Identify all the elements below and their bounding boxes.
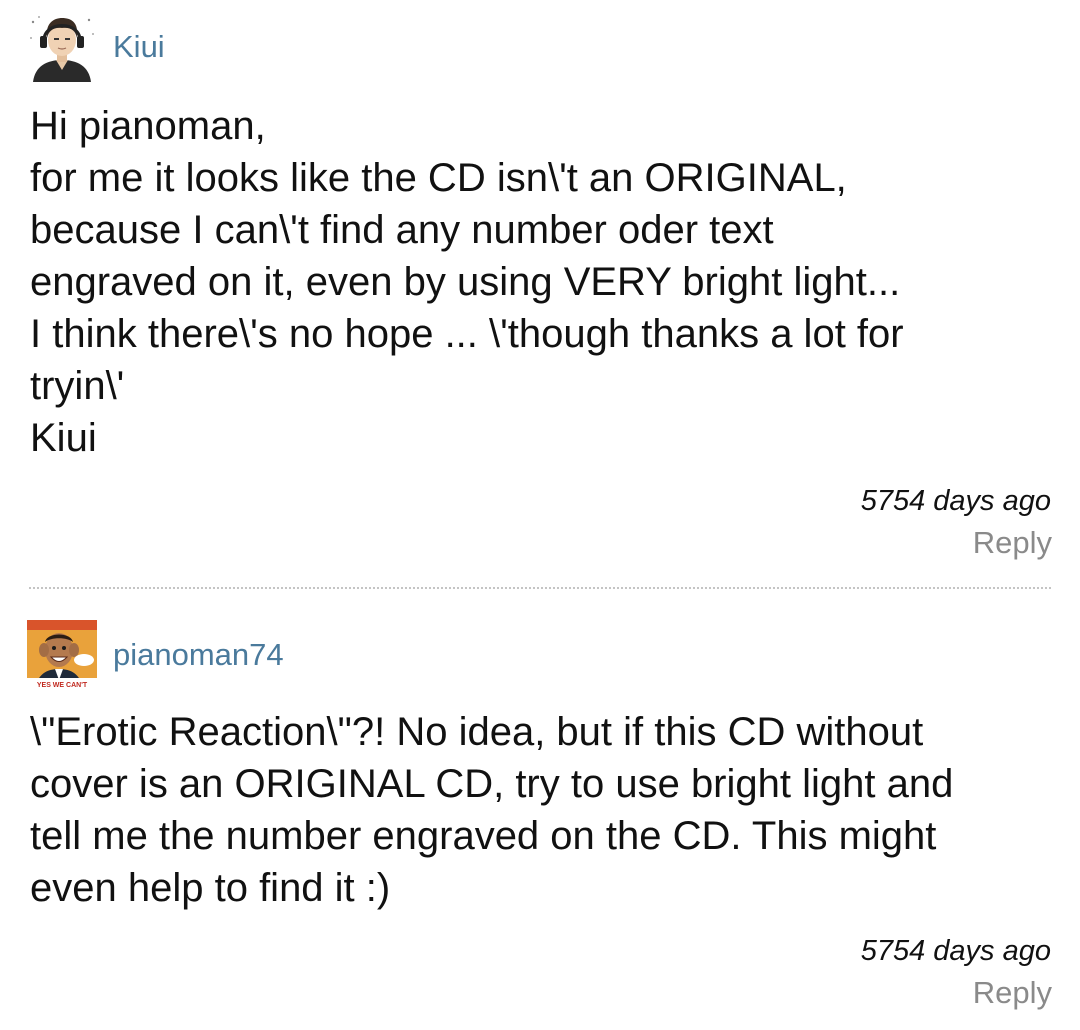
- comment-body-line: Kiui: [30, 416, 97, 460]
- reply-button[interactable]: Reply: [973, 975, 1052, 1011]
- user-avatar[interactable]: YES WE CAN'T: [27, 620, 97, 690]
- comment-body: \"Erotic Reaction\"?! No idea, but if th…: [30, 706, 1060, 914]
- comment-body-line: tell me the number engraved on the CD. T…: [30, 814, 937, 858]
- username-link[interactable]: pianoman74: [113, 637, 284, 673]
- comment: YES WE CAN'T pianoman74 \"Erotic Reactio…: [0, 606, 1080, 1030]
- comment-body-line: even help to find it :): [30, 866, 391, 910]
- user-avatar[interactable]: [27, 12, 97, 82]
- comment-body-line: for me it looks like the CD isn\'t an OR…: [30, 156, 847, 200]
- comment-timestamp: 5754 days ago: [860, 485, 1051, 517]
- reply-button[interactable]: Reply: [973, 525, 1052, 561]
- comment-body: Hi pianoman, for me it looks like the CD…: [30, 100, 1060, 464]
- comment-body-line: I think there\'s no hope ... \'though th…: [30, 312, 904, 356]
- avatar-caption: YES WE CAN'T: [37, 682, 88, 689]
- comment-body-line: engraved on it, even by using VERY brigh…: [30, 260, 901, 304]
- magazine-cover-avatar-icon: YES WE CAN'T: [27, 620, 97, 690]
- username-link[interactable]: Kiui: [113, 29, 165, 65]
- comment-divider: [29, 587, 1051, 589]
- comment: Kiui Hi pianoman, for me it looks like t…: [0, 0, 1080, 580]
- comment-body-line: cover is an ORIGINAL CD, try to use brig…: [30, 762, 954, 806]
- comment-body-line: Hi pianoman,: [30, 104, 266, 148]
- comment-body-line: tryin\': [30, 364, 125, 408]
- comment-body-line: \"Erotic Reaction\"?! No idea, but if th…: [30, 710, 924, 754]
- male-avatar-with-headphones-icon: [27, 12, 97, 82]
- comment-timestamp: 5754 days ago: [860, 935, 1051, 967]
- comment-body-line: because I can\'t find any number oder te…: [30, 208, 774, 252]
